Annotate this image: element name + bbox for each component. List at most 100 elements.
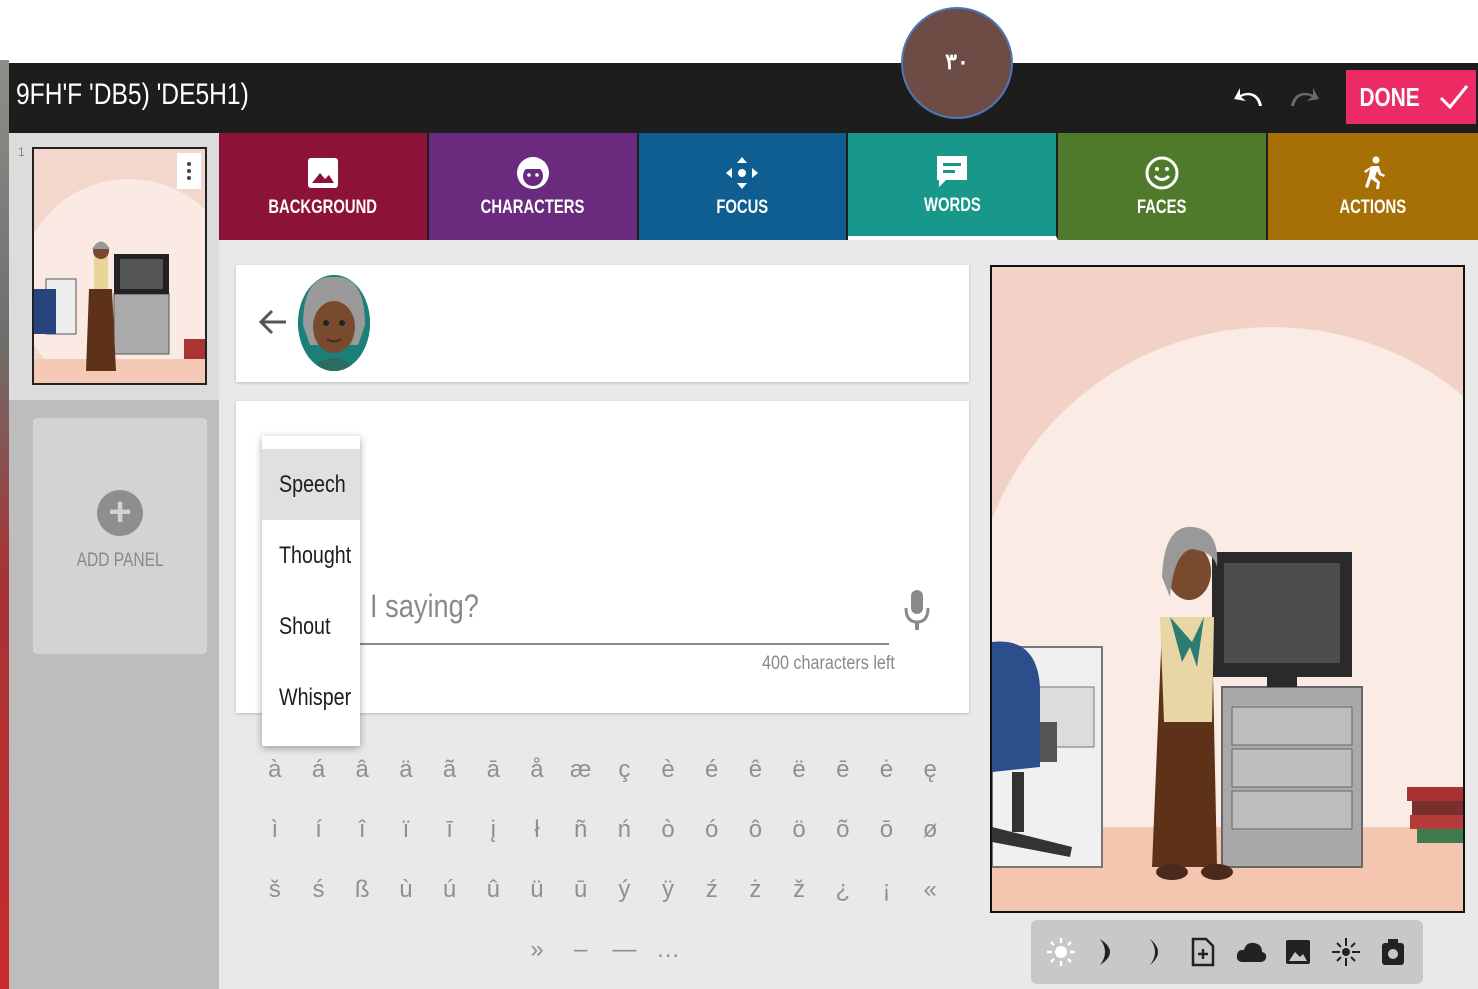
special-char-key[interactable]: æ (559, 756, 603, 784)
special-char-key[interactable]: ÿ (646, 876, 690, 904)
checkmark-icon (1439, 85, 1468, 110)
special-char-key[interactable]: š (253, 876, 297, 904)
special-char-key[interactable]: î (340, 816, 384, 844)
tab-focus[interactable]: FOCUS (638, 133, 849, 240)
redo-icon[interactable] (1283, 77, 1323, 117)
special-char-key[interactable]: å (515, 756, 559, 784)
special-char-key[interactable]: ï (384, 816, 428, 844)
special-char-key[interactable]: ô (734, 816, 778, 844)
focus-arrows-icon (726, 156, 759, 189)
input-underline (360, 643, 889, 645)
special-char-key[interactable]: ý (603, 876, 647, 904)
special-char-key[interactable]: ź (690, 876, 734, 904)
dialogue-input[interactable]: I saying? (370, 588, 479, 625)
special-char-key[interactable]: ż (734, 876, 778, 904)
speech-bubble-icon (937, 155, 968, 187)
special-char-key[interactable]: ó (690, 816, 734, 844)
special-char-key[interactable]: ß (340, 876, 384, 904)
special-char-key[interactable]: õ (821, 816, 865, 844)
special-char-key[interactable]: ë (777, 756, 821, 784)
bubble-type-dropdown: Speech Thought Shout Whisper (262, 436, 360, 746)
special-char-key[interactable]: « (908, 876, 952, 904)
special-char-key[interactable]: á (297, 756, 341, 784)
special-char-key[interactable]: è (646, 756, 690, 784)
camera-icon[interactable] (1374, 933, 1412, 971)
special-char-key[interactable]: ō (865, 816, 909, 844)
category-tabs: BACKGROUND CHARACTERS FOCUS WORDS FACES … (219, 133, 1478, 240)
tab-label: CHARACTERS (480, 196, 585, 218)
special-char-key[interactable]: ã (428, 756, 472, 784)
special-char-key[interactable]: ö (777, 816, 821, 844)
special-char-key[interactable]: » (515, 936, 559, 964)
tab-actions[interactable]: ACTIONS (1267, 133, 1478, 240)
special-char-key[interactable]: ¡ (865, 876, 909, 904)
running-person-icon (1363, 156, 1385, 189)
tab-label: ACTIONS (1339, 196, 1407, 218)
cloud-icon[interactable] (1232, 933, 1270, 971)
character-avatar[interactable] (298, 275, 370, 371)
special-char-key[interactable]: — (603, 936, 647, 964)
special-char-key[interactable]: – (559, 936, 603, 964)
plus-icon: + (97, 490, 143, 536)
moon-icon[interactable] (1089, 933, 1127, 971)
special-char-key[interactable]: ú (428, 876, 472, 904)
image-icon (307, 157, 338, 188)
back-arrow-icon[interactable] (256, 305, 290, 339)
tab-words[interactable]: WORDS (848, 133, 1059, 240)
add-page-icon[interactable] (1184, 933, 1222, 971)
done-button[interactable]: DONE (1346, 70, 1476, 124)
special-char-key[interactable]: û (471, 876, 515, 904)
tab-faces[interactable]: FACES (1058, 133, 1268, 240)
panel-menu-icon[interactable] (177, 153, 201, 189)
special-char-key[interactable]: ç (603, 756, 647, 784)
special-char-key[interactable]: ê (734, 756, 778, 784)
special-char-key[interactable]: ś (297, 876, 341, 904)
image-icon[interactable] (1279, 933, 1317, 971)
brightness-icon[interactable] (1042, 933, 1080, 971)
bubble-option-shout[interactable]: Shout (262, 591, 360, 662)
special-char-key[interactable]: ė (865, 756, 909, 784)
special-char-key[interactable]: é (690, 756, 734, 784)
add-panel-button[interactable]: + ADD PANEL (33, 418, 207, 654)
crescent-icon[interactable] (1137, 933, 1175, 971)
panel-number: 1 (18, 145, 25, 159)
special-char-key[interactable]: ü (515, 876, 559, 904)
special-char-key[interactable]: ø (908, 816, 952, 844)
keyboard-row: š ś ß ù ú û ü ū ý ÿ ź ż ž ¿ ¡ « (253, 860, 953, 920)
bubble-option-thought[interactable]: Thought (262, 520, 360, 591)
special-char-key[interactable]: ä (384, 756, 428, 784)
special-char-key[interactable]: ¿ (821, 876, 865, 904)
special-char-key[interactable]: í (297, 816, 341, 844)
storyboard-title[interactable]: 9FH'F 'DB5) 'DE5H1) (16, 78, 249, 112)
special-char-key[interactable]: ñ (559, 816, 603, 844)
special-char-key[interactable]: ž (777, 876, 821, 904)
special-char-key[interactable]: à (253, 756, 297, 784)
tab-characters[interactable]: CHARACTERS (428, 133, 639, 240)
special-char-key[interactable]: ń (603, 816, 647, 844)
bubble-option-speech[interactable]: Speech (262, 449, 360, 520)
special-char-key[interactable]: ē (821, 756, 865, 784)
tab-background[interactable]: BACKGROUND (219, 133, 429, 240)
panel-preview[interactable] (990, 265, 1465, 913)
special-char-key[interactable]: ù (384, 876, 428, 904)
counter-badge: ٣٠ (901, 7, 1013, 119)
special-char-key[interactable]: â (340, 756, 384, 784)
keyboard-row: àáâäãāåæçèéêëēėę (253, 740, 953, 800)
special-char-key[interactable]: ī (428, 816, 472, 844)
special-char-key[interactable]: … (646, 936, 690, 964)
undo-icon[interactable] (1230, 77, 1270, 117)
tab-label: WORDS (923, 194, 981, 216)
special-char-key[interactable]: ì (253, 816, 297, 844)
special-char-key[interactable]: ū (559, 876, 603, 904)
microphone-icon[interactable] (903, 588, 931, 632)
special-char-key[interactable]: ę (908, 756, 952, 784)
smiley-icon (1145, 156, 1179, 189)
special-char-key[interactable]: į (471, 816, 515, 844)
window-edge (0, 60, 9, 989)
special-char-key[interactable]: ò (646, 816, 690, 844)
panel-thumbnail[interactable] (32, 147, 207, 385)
special-char-key[interactable]: ł (515, 816, 559, 844)
special-char-key[interactable]: ā (471, 756, 515, 784)
sparkle-icon[interactable] (1327, 933, 1365, 971)
bubble-option-whisper[interactable]: Whisper (262, 662, 360, 733)
